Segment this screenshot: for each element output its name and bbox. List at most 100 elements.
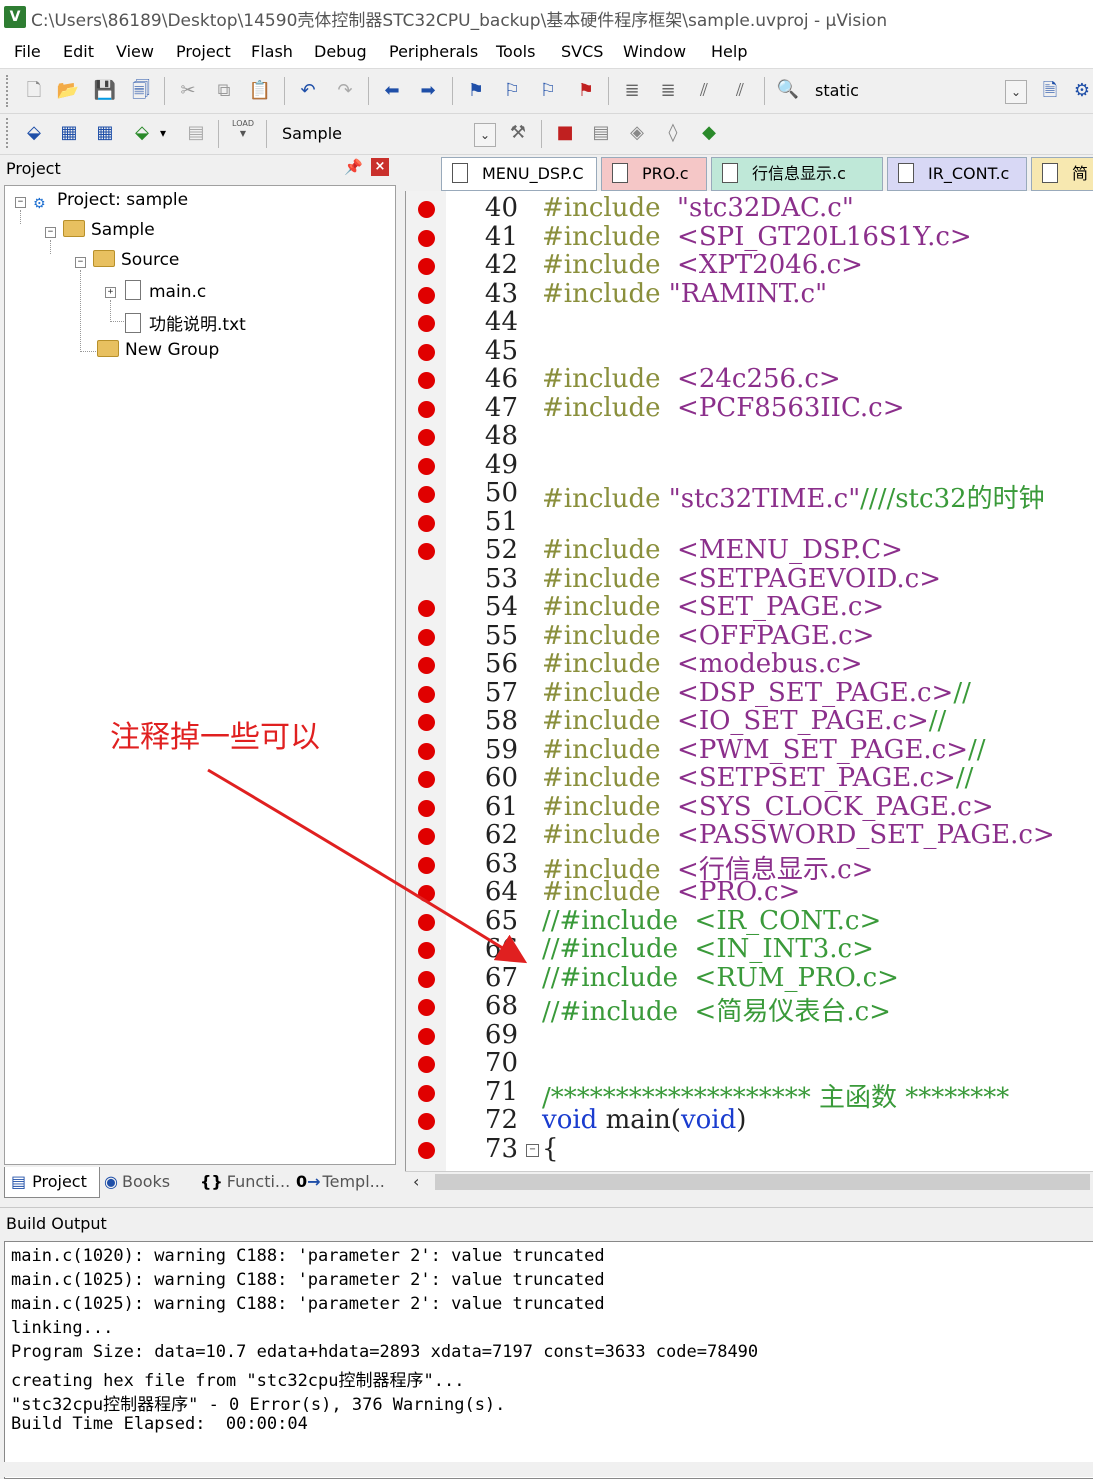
pin-icon[interactable]: 📌: [344, 158, 363, 176]
code-editor[interactable]: − 40 #include "stc32DAC.c" 41 #include <SPI…: [405, 191, 1093, 1171]
breakpoint-marker[interactable]: [418, 229, 435, 247]
code-line[interactable]: #include <MENU_DSP.C>: [542, 535, 903, 565]
tree-project-node[interactable]: ⚙ Project: sample: [33, 190, 188, 214]
menu-edit[interactable]: Edit: [63, 42, 94, 61]
uncomment-selection-icon[interactable]: ⫽: [728, 79, 752, 103]
collapse-project-icon[interactable]: −: [15, 197, 26, 208]
code-line[interactable]: void main(void): [542, 1105, 746, 1135]
breakpoint-marker[interactable]: [418, 201, 435, 218]
navigate-forward-icon[interactable]: ➡: [416, 79, 440, 103]
undo-icon[interactable]: ↶: [296, 79, 320, 103]
find-combo[interactable]: static: [815, 81, 859, 100]
code-line[interactable]: #include <PWM_SET_PAGE.c>//: [542, 735, 986, 765]
build-output-scrollbar[interactable]: [4, 1462, 1093, 1477]
breakpoint-marker[interactable]: [418, 657, 435, 674]
code-line[interactable]: {: [542, 1134, 559, 1164]
cut-icon[interactable]: ✂: [176, 79, 200, 103]
redo-icon[interactable]: ↷: [333, 79, 357, 103]
manage-components-icon[interactable]: ■: [553, 121, 577, 145]
code-line[interactable]: #include <SETPAGEVOID.c>: [542, 564, 941, 594]
toolbar-grip[interactable]: [6, 118, 11, 148]
breakpoint-marker[interactable]: [418, 514, 435, 532]
menu-window[interactable]: Window: [623, 42, 686, 61]
editor-tab-simple-meter[interactable]: 简: [1031, 157, 1093, 191]
breakpoint-marker[interactable]: [418, 799, 435, 817]
tree-file-txt[interactable]: 功能说明.txt: [125, 310, 246, 335]
tab-books[interactable]: ◉ Books: [104, 1167, 190, 1197]
breakpoint-marker[interactable]: [418, 1084, 435, 1102]
tree-file-main-c[interactable]: main.c: [125, 280, 206, 302]
editor-horizontal-scrollbar[interactable]: ‹: [405, 1171, 1093, 1194]
menu-view[interactable]: View: [116, 42, 154, 61]
comment-selection-icon[interactable]: ⫽: [692, 79, 716, 103]
editor-tab-ir-cont[interactable]: IR_CONT.c: [887, 157, 1027, 191]
toolbar-grip[interactable]: [6, 75, 11, 107]
menu-project[interactable]: Project: [176, 42, 231, 61]
breakpoint-marker[interactable]: [418, 1141, 435, 1159]
run-time-environment-icon[interactable]: ◆: [697, 121, 721, 145]
tab-functions[interactable]: {} Functi...: [200, 1167, 290, 1197]
breakpoint-marker[interactable]: [418, 600, 435, 617]
code-line[interactable]: //#include <IN_INT3.c>: [542, 934, 874, 964]
indent-icon[interactable]: ≣: [620, 79, 644, 103]
clear-bookmarks-icon[interactable]: ⚑: [574, 79, 598, 103]
collapse-target-icon[interactable]: −: [45, 227, 56, 238]
breakpoint-marker[interactable]: [418, 970, 435, 988]
code-line[interactable]: #include <IO_SET_PAGE.c>//: [542, 706, 946, 736]
build-output-window[interactable]: main.c(1020): warning C188: 'parameter 2…: [4, 1241, 1093, 1479]
editor-tab-row-info[interactable]: 行信息显示.c: [711, 157, 883, 191]
paste-icon[interactable]: 📋: [248, 79, 272, 103]
tab-project[interactable]: ▤ Project: [4, 1167, 100, 1198]
breakpoint-marker[interactable]: [418, 1027, 435, 1045]
breakpoint-marker[interactable]: [418, 742, 435, 760]
save-icon[interactable]: 💾: [93, 79, 117, 103]
scroll-left-icon[interactable]: ‹: [413, 1172, 419, 1191]
menu-svcs[interactable]: SVCS: [561, 42, 603, 61]
stop-build-icon[interactable]: ▤: [184, 121, 208, 145]
breakpoint-marker[interactable]: [418, 400, 435, 418]
menu-debug[interactable]: Debug: [314, 42, 367, 61]
next-bookmark-icon[interactable]: ⚐: [536, 79, 560, 103]
code-line[interactable]: #include "stc32TIME.c"////stc32的时钟: [542, 478, 1045, 515]
breakpoint-marker[interactable]: [418, 628, 435, 646]
copy-icon[interactable]: ⧉: [212, 79, 236, 103]
collapse-source-icon[interactable]: −: [75, 257, 86, 268]
breakpoint-marker[interactable]: [418, 343, 435, 361]
breakpoint-marker[interactable]: [418, 429, 435, 446]
bookmark-icon[interactable]: ⚑: [464, 79, 488, 103]
tree-target-node[interactable]: Sample: [63, 220, 155, 240]
rebuild-icon[interactable]: ▦: [93, 121, 117, 145]
menu-flash[interactable]: Flash: [251, 42, 293, 61]
breakpoint-marker[interactable]: [418, 1113, 435, 1130]
breakpoint-gutter[interactable]: [406, 191, 446, 1171]
code-line[interactable]: //#include <RUM_PRO.c>: [542, 963, 899, 993]
open-folder-icon[interactable]: 📂: [56, 79, 80, 103]
batch-build-dropdown-icon[interactable]: ▾: [156, 121, 170, 145]
code-line[interactable]: #include <DSP_SET_PAGE.c>//: [542, 678, 971, 708]
breakpoint-marker[interactable]: [418, 486, 435, 503]
code-line[interactable]: #include <SETPSET_PAGE.c>//: [542, 763, 973, 793]
prev-bookmark-icon[interactable]: ⚐: [500, 79, 524, 103]
code-line[interactable]: #include <modebus.c>: [542, 649, 863, 679]
breakpoint-marker[interactable]: [418, 714, 435, 731]
code-line[interactable]: #include <XPT2046.c>: [542, 250, 863, 280]
menu-tools[interactable]: Tools: [496, 42, 535, 61]
breakpoint-marker[interactable]: [418, 372, 435, 389]
file-extensions-icon[interactable]: ▤: [589, 121, 613, 145]
build-icon[interactable]: ▦: [57, 121, 81, 145]
code-line[interactable]: #include <PCF8563IIC.c>: [542, 393, 905, 423]
breakpoint-marker[interactable]: [418, 457, 435, 475]
breakpoint-marker[interactable]: [418, 315, 435, 332]
code-line[interactable]: #include <OFFPAGE.c>: [542, 621, 874, 651]
unindent-icon[interactable]: ≣: [656, 79, 680, 103]
expand-main-c-icon[interactable]: +: [105, 287, 116, 298]
fold-collapse-icon[interactable]: −: [526, 1144, 539, 1157]
scrollbar-thumb[interactable]: [435, 1174, 1090, 1190]
select-packs-icon[interactable]: ◈: [625, 121, 649, 145]
breakpoint-marker[interactable]: [418, 885, 435, 902]
breakpoint-marker[interactable]: [418, 856, 435, 874]
tab-templates[interactable]: 0→ Templ...: [296, 1167, 394, 1197]
breakpoint-marker[interactable]: [418, 999, 435, 1016]
code-line[interactable]: #include <SET_PAGE.c>: [542, 592, 884, 622]
tree-new-group[interactable]: New Group: [97, 340, 219, 360]
